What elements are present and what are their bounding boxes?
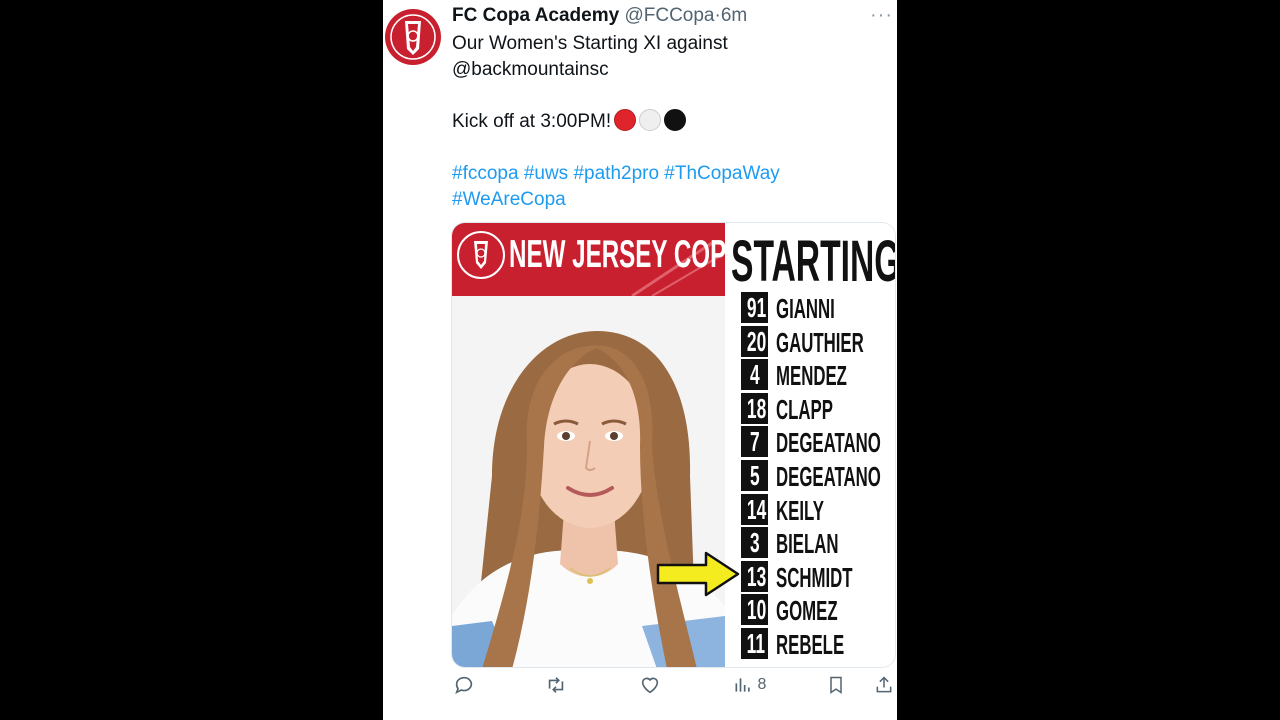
player-portrait-image [452,296,725,667]
analytics-icon [735,678,750,692]
tweet-card[interactable]: FC Copa Academy @FCCopa·6m ··· Our Women… [383,0,897,720]
lineup-row: 11 REBELE [741,627,891,661]
white-circle-emoji-icon [639,109,662,131]
yellow-arrow-icon [656,551,740,597]
player-name: SCHMIDT [776,561,853,593]
lineup-row: 5 DEGEATANO [741,459,891,493]
player-number: 18 [741,392,768,424]
more-options-icon[interactable]: ··· [870,5,893,25]
heart-icon [641,677,659,694]
player-name: MENDEZ [776,360,847,392]
mention-link[interactable]: @backmountainsc [452,57,892,83]
player-photo [452,296,725,667]
views-count: 8 [757,676,767,694]
hashtags-line-1[interactable]: #fccopa #uws #path2pro #ThCopaWay [452,161,892,187]
player-name: GAUTHIER [776,326,864,358]
player-name: CLAPP [776,393,833,425]
tweet-time[interactable]: 6m [721,5,747,26]
player-number: 10 [741,594,768,626]
tweet-text: Our Women's Starting XI against @backmou… [452,31,892,213]
share-button[interactable] [874,674,894,696]
reply-button[interactable] [453,674,475,696]
player-number: 7 [741,426,768,458]
lineup-row: 10 GOMEZ [741,593,891,627]
retweet-icon [548,677,564,693]
bookmark-button[interactable] [826,674,846,696]
player-number: 5 [741,459,768,491]
player-number: 3 [741,527,768,559]
lineup-row: 14 KEILY [741,493,891,527]
player-number: 11 [741,627,768,659]
author-name[interactable]: FC Copa Academy [452,5,619,26]
player-number: 20 [741,325,768,357]
tweet-media-image[interactable]: NEW JERSEY COPA FC STARTING 91 GIANNI 20… [451,222,896,668]
player-number: 13 [741,560,768,592]
avatar[interactable] [385,9,441,65]
author-handle[interactable]: @FCCopa [624,5,714,26]
hashtags-line-2[interactable]: #WeAreCopa [452,187,892,213]
black-circle-emoji-icon [664,109,687,131]
copa-logo-icon [386,10,440,64]
red-circle-emoji-icon [614,109,637,131]
kickoff-line: Kick off at 3:00PM! [452,109,892,135]
club-crest-icon [457,231,505,279]
player-name: REBELE [776,628,845,660]
player-name: GIANNI [776,293,835,324]
player-name: BIELAN [776,528,839,560]
bookmark-icon [830,676,842,694]
player-number: 14 [741,493,768,525]
lineup-row: 91 GIANNI [741,291,891,325]
views-button[interactable]: 8 [733,674,766,696]
tweet-actions-bar: 8 [383,674,897,704]
player-number: 91 [741,292,768,323]
lineup-row: 4 MENDEZ [741,358,891,392]
starting-xi-title: STARTING XI [731,229,896,294]
lineup-row: 18 CLAPP [741,392,891,426]
player-number: 4 [741,359,768,391]
lineup-row: 13 SCHMIDT [741,560,891,594]
share-icon [876,676,892,693]
lineup-row: 7 DEGEATANO [741,425,891,459]
player-name: GOMEZ [776,595,838,627]
club-banner: NEW JERSEY COPA FC [452,223,780,296]
lineup-list: 91 GIANNI 20 GAUTHIER 4 MENDEZ 18 CLAPP 7 DEGEATA… [741,291,891,661]
tweet-header: FC Copa Academy @FCCopa·6m [452,5,747,27]
player-name: DEGEATANO [776,460,881,492]
player-name: DEGEATANO [776,427,881,459]
like-button[interactable] [639,674,661,696]
player-name: KEILY [776,494,824,526]
tweet-line-1: Our Women's Starting XI against [452,33,728,54]
lineup-row: 20 GAUTHIER [741,325,891,359]
retweet-button[interactable] [544,674,568,696]
panel-divider [725,223,728,667]
lineup-row: 3 BIELAN [741,526,891,560]
kickoff-text: Kick off at 3:00PM! [452,111,612,132]
reply-icon [455,676,473,695]
